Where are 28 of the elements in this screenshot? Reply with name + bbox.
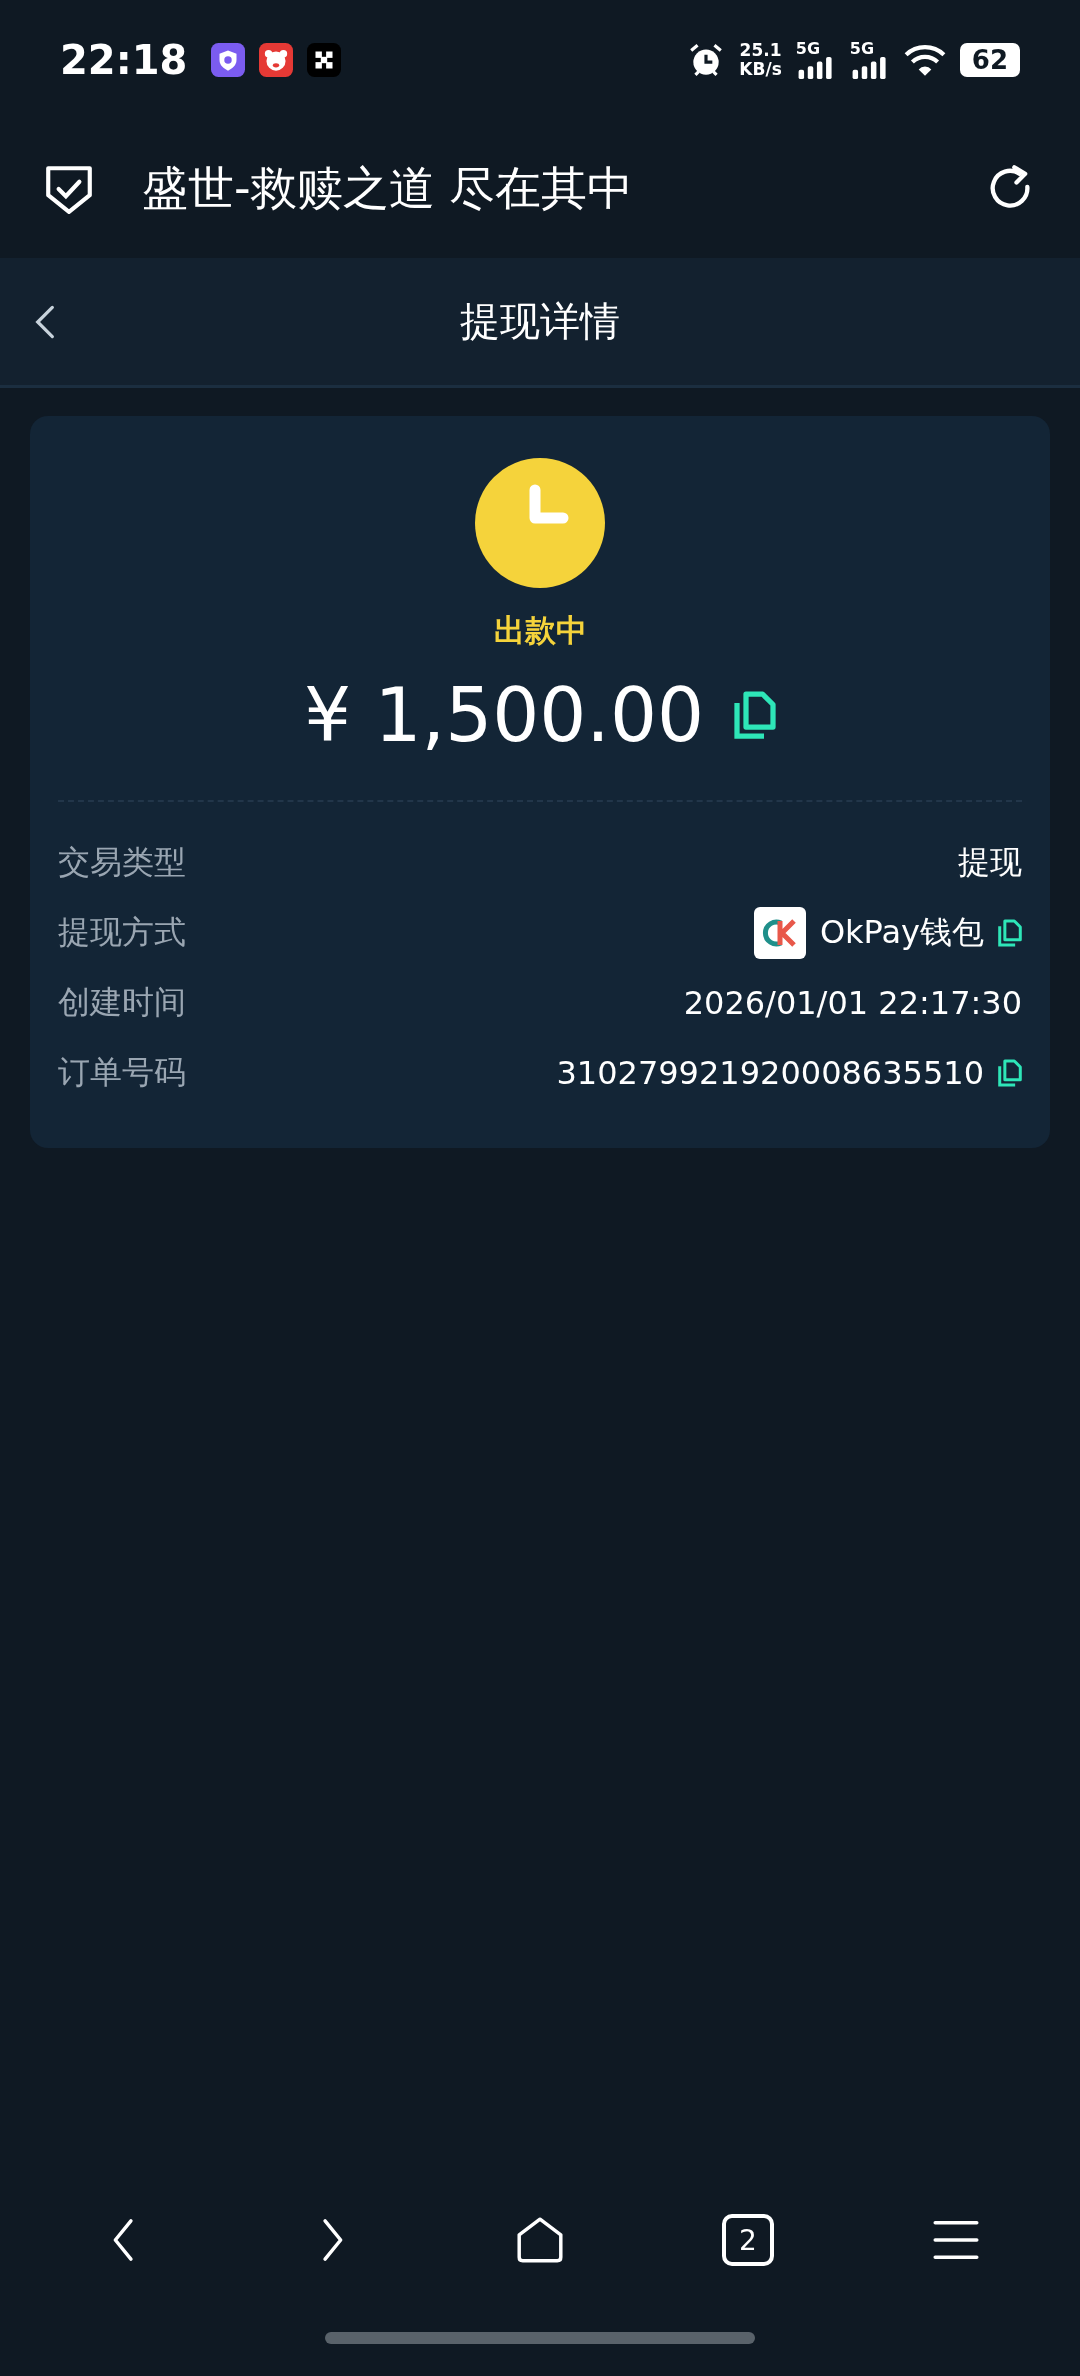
copy-icon[interactable] bbox=[734, 690, 777, 740]
network-speed-unit: KB/s bbox=[739, 60, 782, 79]
network-type: 5G bbox=[849, 41, 875, 57]
detail-value: 2026/01/01 22:17:30 bbox=[683, 984, 1022, 1022]
detail-label: 交易类型 bbox=[58, 842, 186, 883]
mascot-app-icon bbox=[259, 43, 294, 77]
detail-label: 创建时间 bbox=[58, 982, 186, 1023]
detail-value: 310279921920008635510 bbox=[556, 1054, 984, 1092]
wifi-icon bbox=[903, 43, 946, 77]
network-speed: 25.1 bbox=[739, 41, 782, 60]
page-title: 提现详情 bbox=[460, 297, 620, 346]
grid-app-icon bbox=[307, 43, 342, 77]
status-time: 22:18 bbox=[60, 37, 188, 83]
detail-label: 订单号码 bbox=[58, 1052, 186, 1093]
tabs-button[interactable]: 2 bbox=[722, 2214, 774, 2266]
copy-icon[interactable] bbox=[998, 918, 1022, 948]
status-text: 出款中 bbox=[493, 611, 587, 650]
clock-icon bbox=[475, 458, 605, 588]
copy-icon[interactable] bbox=[998, 1058, 1022, 1088]
battery-indicator: 62 bbox=[959, 43, 1020, 77]
app-title: 盛世-救赎之道 尽在其中 bbox=[142, 160, 635, 217]
amount: ¥ 1,500.00 bbox=[303, 672, 705, 758]
network-type: 5G bbox=[795, 41, 821, 57]
shield-app-icon bbox=[211, 43, 246, 77]
detail-label: 提现方式 bbox=[58, 912, 186, 953]
detail-value: 提现 bbox=[958, 842, 1022, 883]
wallet-logo-icon bbox=[753, 907, 806, 959]
detail-value: OkPay钱包 bbox=[819, 912, 984, 953]
